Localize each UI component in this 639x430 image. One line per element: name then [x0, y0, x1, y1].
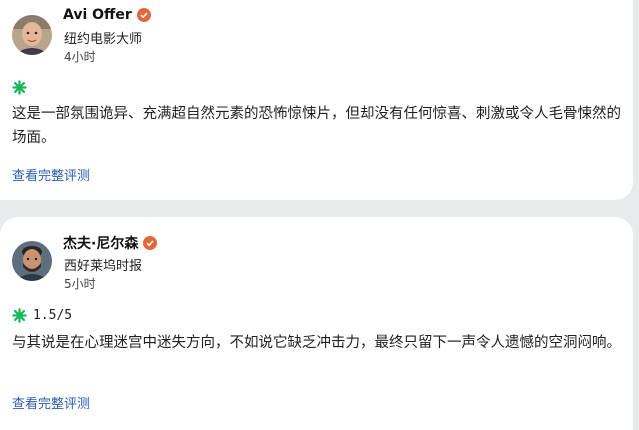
review-time: 5小时: [64, 277, 96, 291]
person-avatar-icon: [12, 241, 52, 281]
rating-value: 1.5/5: [33, 308, 73, 323]
avatar[interactable]: [12, 241, 52, 281]
verified-check-icon: [143, 236, 158, 250]
avatar[interactable]: [12, 15, 52, 55]
rotten-splat-icon: [12, 80, 27, 95]
author-name[interactable]: 杰夫·尼尔森: [63, 233, 138, 253]
review-card: Avi Offer 纽约电影大师 4小时 这是一部氛围诡异、充满超自然元素的恐怖…: [0, 0, 633, 200]
full-review-link[interactable]: 查看完整评测: [12, 165, 90, 184]
rating-row: 1.5/5: [12, 308, 72, 323]
review-card: 杰夫·尼尔森 西好莱坞时报 5小时 1.5/5 与其说是在心理迷宫中迷失方向，不…: [0, 217, 633, 430]
verified-check-icon: [136, 8, 151, 22]
review-text: 这是一部氛围诡异、充满超自然元素的恐怖惊悚片，但却没有任何惊喜、刺激或令人毛骨悚…: [12, 106, 621, 146]
person-avatar-icon: [12, 15, 52, 55]
review-text: 与其说是在心理迷宫中迷失方向，不如说它缺乏冲击力，最终只留下一声令人遗憾的空洞闷…: [12, 335, 621, 351]
outlet-name[interactable]: 西好莱坞时报: [64, 255, 142, 274]
outlet-name[interactable]: 纽约电影大师: [64, 28, 142, 47]
rating-row: [12, 80, 33, 95]
review-time: 4小时: [64, 50, 96, 64]
rotten-splat-icon: [12, 308, 27, 323]
author-name[interactable]: Avi Offer: [63, 7, 132, 23]
full-review-link[interactable]: 查看完整评测: [12, 393, 90, 412]
